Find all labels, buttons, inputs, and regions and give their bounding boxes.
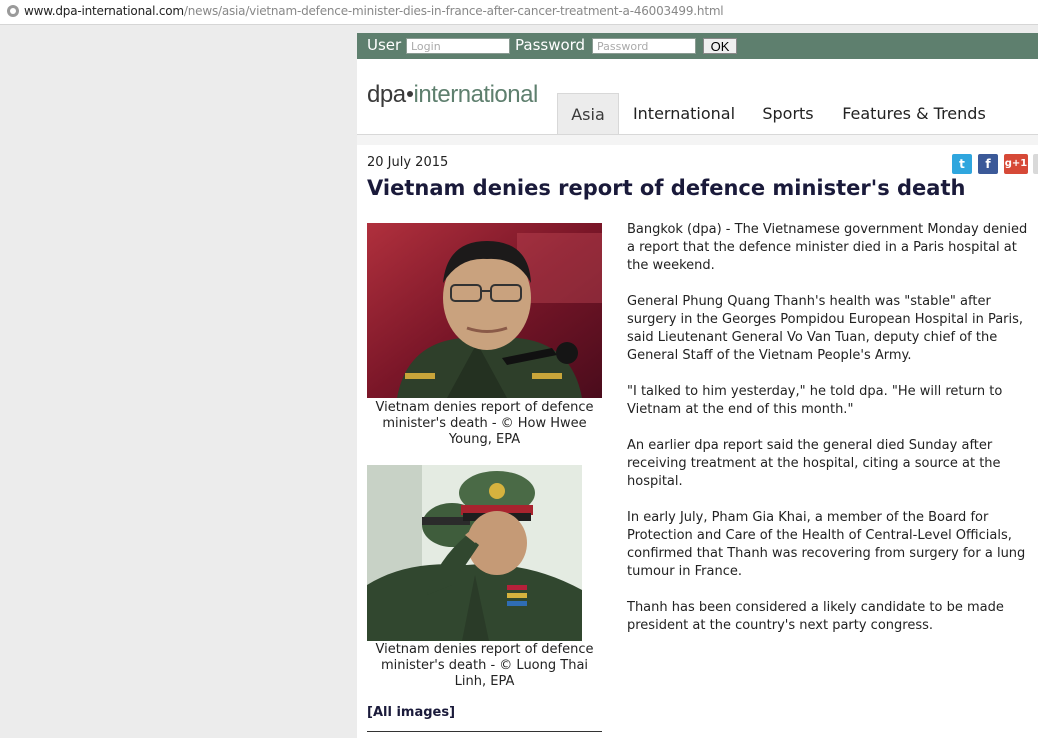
- ok-button[interactable]: OK: [703, 38, 737, 54]
- paragraph: "I talked to him yesterday," he told dpa…: [627, 384, 1003, 417]
- dpa-logo[interactable]: dpa international: [367, 81, 538, 109]
- paragraph: Thanh has been considered a likely candi…: [627, 600, 1004, 633]
- address-bar[interactable]: www.dpa-international.com/news/asia/viet…: [0, 0, 1038, 25]
- login-bar: User Password OK: [357, 33, 1038, 59]
- photo-2-caption: Vietnam denies report of defence ministe…: [375, 642, 594, 689]
- article-photo-2[interactable]: [367, 465, 582, 641]
- photo-1-caption: Vietnam denies report of defence ministe…: [375, 400, 594, 447]
- article-photo-1[interactable]: [367, 223, 602, 398]
- tab-asia[interactable]: Asia: [557, 93, 619, 135]
- password-label: Password: [515, 36, 586, 54]
- page-content: User Password OK dpa international Asia I…: [357, 33, 1038, 738]
- tab-international[interactable]: International: [625, 93, 743, 134]
- paragraph: Bangkok (dpa) - The Vietnamese governmen…: [627, 222, 1028, 273]
- logo-international: international: [413, 81, 539, 108]
- all-images-link[interactable]: [All images]: [367, 705, 455, 720]
- paragraph: General Phung Quang Thanh's health was "…: [627, 294, 1024, 363]
- paragraph: An earlier dpa report said the general d…: [627, 438, 1001, 489]
- sidebar-rule: [367, 731, 602, 732]
- url-domain: www.dpa-international.com: [24, 4, 184, 18]
- gplus-share-icon[interactable]: g+1: [1004, 154, 1028, 174]
- url-path: /news/asia/vietnam-defence-minister-dies…: [183, 4, 724, 18]
- article-headline: Vietnam denies report of defence ministe…: [367, 176, 966, 200]
- article-body: Bangkok (dpa) - The Vietnamese governmen…: [627, 221, 1037, 653]
- user-label: User: [367, 36, 402, 54]
- article-date: 20 July 2015: [367, 155, 449, 170]
- tab-features-trends[interactable]: Features & Trends: [839, 93, 989, 134]
- url-text[interactable]: www.dpa-international.com/news/asia/viet…: [24, 4, 724, 18]
- tab-sports[interactable]: Sports: [755, 93, 821, 134]
- logo-dpa: dpa: [367, 81, 406, 108]
- more-share-icon[interactable]: [1033, 154, 1038, 174]
- password-input[interactable]: [592, 38, 696, 54]
- minister-portrait-image: [367, 223, 602, 398]
- paragraph: In early July, Pham Gia Khai, a member o…: [627, 510, 1026, 579]
- twitter-share-icon[interactable]: t: [952, 154, 972, 174]
- logo-dot-icon: [406, 90, 413, 97]
- login-input[interactable]: [406, 38, 510, 54]
- minister-salute-image: [367, 465, 582, 641]
- facebook-share-icon[interactable]: f: [978, 154, 998, 174]
- globe-icon: [7, 5, 19, 17]
- content-top-strip: [357, 135, 1038, 145]
